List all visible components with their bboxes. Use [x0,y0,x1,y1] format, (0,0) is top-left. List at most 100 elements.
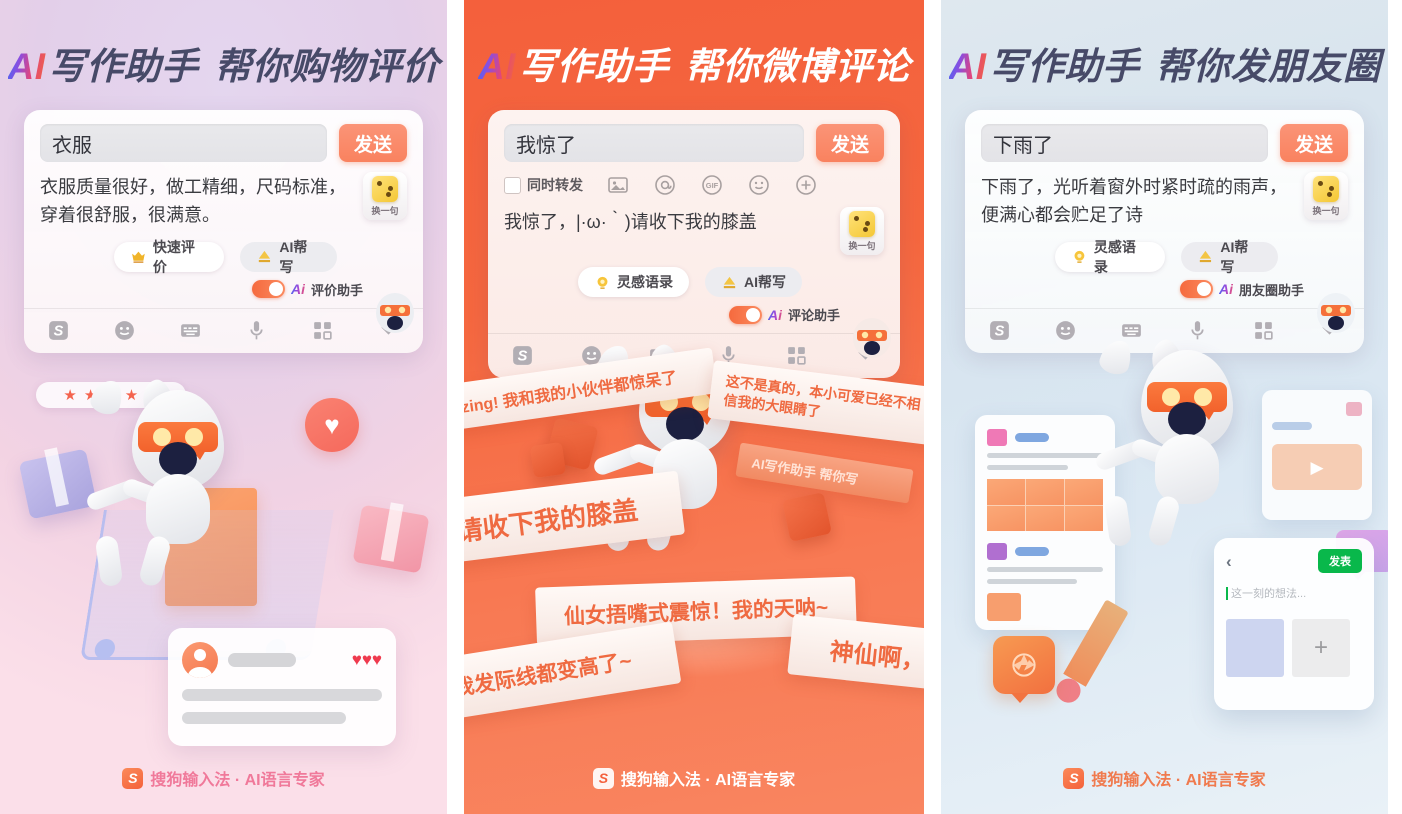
ai-write-button[interactable]: AI帮写 [705,267,802,297]
send-button[interactable]: 发送 [339,124,407,162]
headline-main: 写作助手 [48,46,199,87]
text-placeholder-line [987,453,1103,458]
keyboard-icon[interactable] [1119,318,1144,343]
text-placeholder-line [987,465,1069,470]
ai-write-button[interactable]: AI帮写 [240,239,337,275]
image-placeholder [987,593,1021,621]
apps-grid-icon[interactable] [1251,318,1276,343]
smiley-icon[interactable] [747,173,771,197]
tag-icon [1346,402,1362,416]
text-placeholder-line [987,579,1078,584]
article-preview-card [975,415,1115,630]
moments-text-input[interactable]: 这一刻的想法... [1226,585,1362,601]
footer-branding: S 搜狗输入法 · AI语言专家 [464,766,924,790]
ribbon-quote: 我发际线都变高了~ [464,621,682,721]
generated-text-row: 衣服质量很好，做工精细，尺码标准，穿着很舒服，很满意。 换一句 [40,172,407,230]
text-placeholder-line [182,689,382,701]
hearts-rating: ♥♥♥ [351,650,382,669]
username-placeholder [228,653,296,667]
panel-weibo-comment: AI写作助手 帮你微博评论 我惊了 发送 同时转发 GIF 我惊了，|·ω·｀)请… [464,0,924,814]
dice-icon [849,211,875,237]
assistant-toggle[interactable] [728,305,762,324]
checkbox-icon[interactable] [504,176,521,194]
shuffle-label: 换一句 [371,206,399,216]
sogou-logo-icon[interactable]: S [46,318,71,343]
quick-review-label: 快速评价 [152,238,195,275]
keyboard-icon[interactable] [178,318,203,343]
assistant-toggle[interactable] [1179,280,1213,299]
repost-checkbox[interactable]: 同时转发 [504,175,583,195]
assistant-toggle[interactable] [251,280,285,299]
assistant-toggle-row: Ai 评价助手 [40,280,407,299]
chevron-down-icon[interactable] [376,318,401,343]
page-title: AI写作助手 帮你购物评价 [0,36,447,90]
sogou-logo-icon[interactable]: S [987,318,1012,343]
generated-text: 我惊了，|·ω·｀)请收下我的膝盖 [504,212,757,232]
assistant-toggle-row: Ai 朋友圈助手 [981,280,1348,299]
chevron-down-icon[interactable] [1317,318,1342,343]
search-input[interactable]: 衣服 [40,124,327,162]
ribbon-brand: AI写作助手 帮你写 [735,442,914,504]
generated-text-row: 我惊了，|·ω·｀)请收下我的膝盖 换一句 [504,207,884,255]
search-input[interactable]: 我惊了 [504,124,804,162]
footer-branding: S 搜狗输入法 · AI语言专家 [941,766,1388,790]
ribbon-quote: 这不是真的，本小可爱已经不相信我的大眼睛了 [707,360,924,446]
illustration-shopping: ★★★★★ ♥ [0,360,447,754]
inspiration-quotes-button[interactable]: 灵感语录 [1055,239,1166,275]
publish-button[interactable]: 发表 [1318,549,1362,573]
assistant-toggle-row: Ai 评论助手 [504,305,884,324]
assistant-label: 评论助手 [787,308,840,323]
text-caret [1226,586,1228,600]
shuffle-sentence-button[interactable]: 换一句 [363,172,407,220]
image-icon[interactable] [606,173,630,197]
cube-icon [782,492,832,542]
mic-icon[interactable] [244,318,269,343]
at-icon[interactable] [653,173,677,197]
search-input[interactable]: 下雨了 [981,124,1268,162]
svg-text:GIF: GIF [706,181,719,190]
ai-write-button[interactable]: AI帮写 [1181,239,1278,275]
title-placeholder [1015,433,1049,442]
keyboard-toolbar: S [40,309,407,353]
svg-text:S: S [54,323,64,339]
headline-sub: 帮你购物评价 [214,46,440,87]
emoji-icon[interactable] [1053,318,1078,343]
compose-toolbar: 同时转发 GIF [504,173,884,197]
shuffle-sentence-button[interactable]: 换一句 [1304,172,1348,220]
send-button[interactable]: 发送 [1280,124,1348,162]
sogou-logo-icon: S [1063,767,1085,789]
media-preview-card: ▶ [1262,390,1372,520]
apps-grid-icon[interactable] [310,318,335,343]
quick-review-button[interactable]: 快速评价 [114,239,225,275]
ai-logo-text: AI [478,46,516,87]
page-title: AI写作助手 帮你微博评论 [464,36,924,90]
dice-icon [1313,176,1339,202]
image-grid [987,479,1103,531]
keyboard-card: 衣服 发送 衣服质量很好，做工精细，尺码标准，穿着很舒服，很满意。 换一句 快速… [24,110,423,353]
action-chip-row: 快速评价 AI帮写 [40,239,407,275]
add-image-button[interactable]: + [1292,619,1350,677]
send-button[interactable]: 发送 [816,124,884,162]
footer-text: 搜狗输入法 · AI语言专家 [620,772,796,789]
footer-text: 搜狗输入法 · AI语言专家 [150,772,325,789]
emoji-icon[interactable] [112,318,137,343]
attached-image[interactable] [1226,619,1284,677]
mic-icon[interactable] [1185,318,1210,343]
action-chip-row: 灵感语录 AI帮写 [981,239,1348,275]
plus-icon[interactable] [794,173,818,197]
crown-icon [132,251,145,264]
keyboard-card: 下雨了 发送 下雨了，光听着窗外时紧时疏的雨声，便满心都会贮足了诗 换一句 灵感… [965,110,1364,353]
gif-icon[interactable]: GIF [700,173,724,197]
sogou-logo-icon: S [122,767,144,789]
illustration-moments: ▶ ‹ 发表 这一刻的想法... + [941,336,1388,754]
shuffle-sentence-button[interactable]: 换一句 [840,207,884,255]
chevron-left-icon[interactable]: ‹ [1226,553,1232,570]
assistant-label: 评价助手 [310,282,363,298]
pen-icon [1200,251,1212,263]
panel-shopping-review: AI写作助手 帮你购物评价 衣服 发送 衣服质量很好，做工精细，尺码标准，穿着很舒… [0,0,447,814]
inspiration-quotes-button[interactable]: 灵感语录 [578,267,689,297]
ai-write-label: AI帮写 [279,238,308,275]
pen-icon [259,251,271,263]
text-placeholder-line [182,712,346,724]
headline-main: 写作助手 [989,46,1140,87]
